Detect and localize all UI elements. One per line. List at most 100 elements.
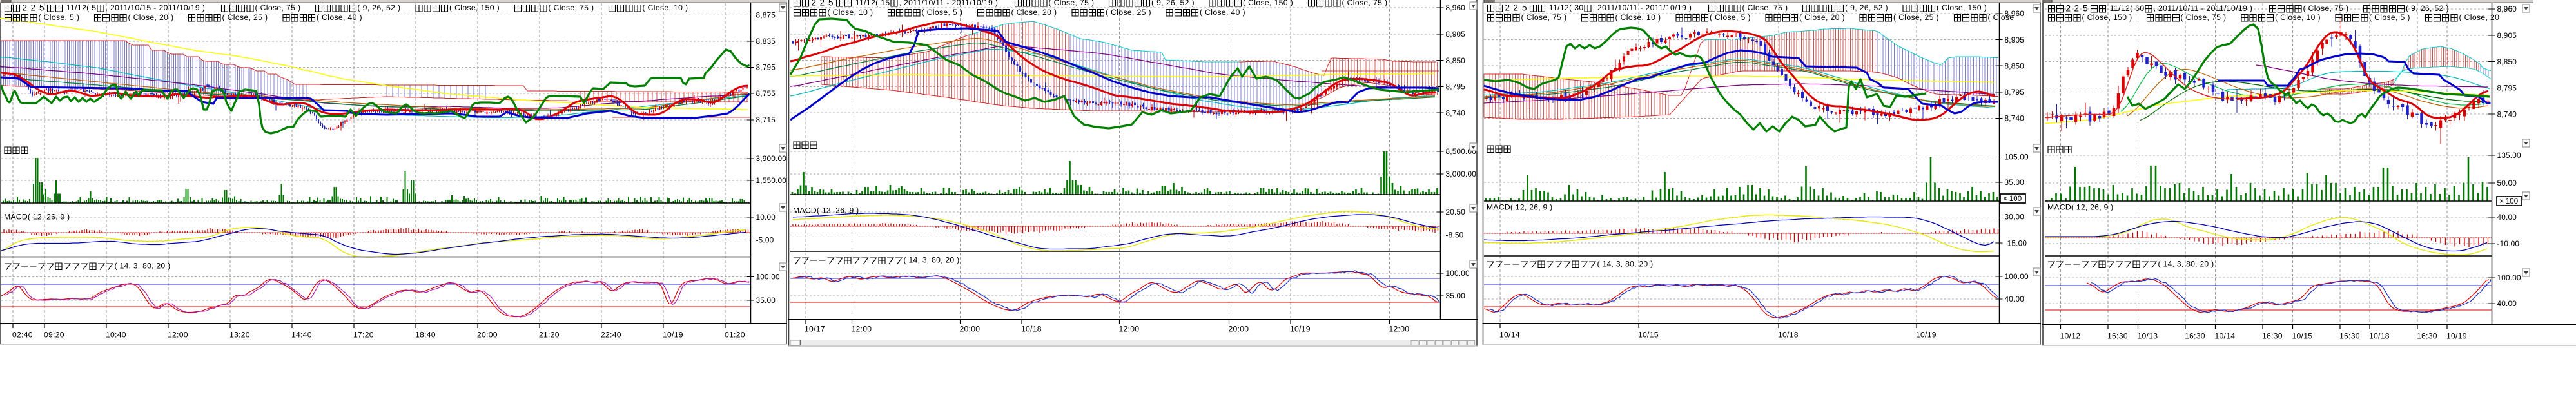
svg-text:( Close, 150 ): ( Close, 150 ) — [1243, 0, 1307, 7]
svg-text:( Close, 75 ): ( Close, 75 ) — [2303, 4, 2363, 13]
svg-text:( Close, 75 ): ( Close, 75 ) — [1521, 13, 1581, 22]
svg-text:8,905: 8,905 — [2005, 35, 2025, 44]
svg-text:8,740: 8,740 — [2005, 114, 2025, 123]
svg-text:( 9, 26, 52 ): ( 9, 26, 52 ) — [2406, 4, 2449, 13]
svg-text:5: 5 — [2083, 4, 2088, 14]
svg-text:× 100: × 100 — [2003, 195, 2022, 203]
svg-text:MACD( 12, 26, 9 ): MACD( 12, 26, 9 ) — [2047, 203, 2113, 212]
svg-text:100.00: 100.00 — [1446, 269, 1470, 278]
svg-text:( 14, 3, 80, 20 ): ( 14, 3, 80, 20 ) — [115, 262, 171, 271]
svg-text:, 2011/10/11 - 2011/10/19 ): , 2011/10/11 - 2011/10/19 ) — [899, 0, 1013, 7]
svg-text:100.00: 100.00 — [2497, 273, 2522, 282]
svg-text:8,795: 8,795 — [756, 63, 776, 72]
svg-text:5: 5 — [1522, 3, 1527, 13]
svg-text:09:20: 09:20 — [44, 331, 64, 340]
svg-text:2: 2 — [2074, 4, 2080, 14]
svg-text:( Close, 40 ): ( Close, 40 ) — [317, 13, 362, 22]
svg-text:16:30: 16:30 — [2107, 332, 2128, 341]
svg-text:8,795: 8,795 — [2005, 88, 2025, 97]
svg-text:10/19: 10/19 — [2446, 332, 2467, 341]
svg-text:( Close, 75 ): ( Close, 75 ) — [1049, 0, 1109, 7]
svg-text:10/14: 10/14 — [1499, 331, 1520, 340]
svg-text:35.00: 35.00 — [2005, 178, 2025, 187]
svg-text:16:30: 16:30 — [2185, 332, 2205, 341]
svg-text:16:30: 16:30 — [2262, 332, 2283, 341]
svg-text:( Close, 25 ): ( Close, 25 ) — [1893, 13, 1953, 22]
svg-text:( 9, 26, 52 ): ( 9, 26, 52 ) — [358, 3, 415, 12]
svg-text:01:20: 01:20 — [725, 331, 745, 340]
svg-text:10/18: 10/18 — [2369, 332, 2390, 341]
svg-text:100.00: 100.00 — [756, 273, 781, 282]
svg-text:( Close, 75 ): ( Close, 75 ) — [549, 3, 609, 12]
svg-text:( Close, 5 ): ( Close, 5 ) — [922, 8, 977, 17]
svg-text:17:20: 17:20 — [353, 331, 374, 340]
svg-text:( Close, 75 ): ( Close, 75 ) — [1342, 0, 1388, 7]
svg-text:× 100: × 100 — [2499, 198, 2518, 206]
svg-text:3,900.00: 3,900.00 — [756, 154, 787, 163]
svg-text:8,740: 8,740 — [2497, 110, 2517, 119]
svg-text:8,850: 8,850 — [1446, 56, 1466, 65]
svg-text:20:00: 20:00 — [477, 331, 498, 340]
svg-text:8,795: 8,795 — [1446, 82, 1466, 92]
svg-text:14:40: 14:40 — [291, 331, 312, 340]
svg-text:2: 2 — [23, 3, 28, 13]
svg-text:( Close, 25 ): ( Close, 25 ) — [222, 13, 282, 22]
svg-text:MACD( 12, 26, 9 ): MACD( 12, 26, 9 ) — [4, 213, 70, 222]
svg-text:8,740: 8,740 — [1446, 109, 1466, 118]
svg-text:( Close, 10 ): ( Close, 10 ) — [2275, 13, 2335, 22]
svg-text:-8.50: -8.50 — [1446, 231, 1464, 240]
svg-text:20:00: 20:00 — [1229, 325, 1249, 334]
svg-text:18:40: 18:40 — [415, 331, 436, 340]
svg-text:21:20: 21:20 — [539, 331, 560, 340]
svg-text:( Close, 10 ): ( Close, 10 ) — [643, 3, 688, 12]
svg-text:16:30: 16:30 — [2339, 332, 2360, 341]
svg-text:3,000.00: 3,000.00 — [1446, 169, 1477, 179]
svg-text:100.00: 100.00 — [2005, 272, 2029, 281]
svg-text:02:40: 02:40 — [12, 331, 33, 340]
svg-text:2: 2 — [31, 3, 36, 13]
svg-text:2: 2 — [1514, 3, 1519, 13]
svg-text:20:00: 20:00 — [960, 325, 981, 334]
svg-text:MACD( 12, 26, 9 ): MACD( 12, 26, 9 ) — [1487, 203, 1552, 212]
svg-text:16:30: 16:30 — [2417, 332, 2437, 341]
svg-text:20.50: 20.50 — [1446, 208, 1466, 217]
svg-text:( Close, 10 ): ( Close, 10 ) — [828, 8, 888, 17]
svg-text:10/15: 10/15 — [1638, 331, 1659, 340]
svg-text:10/12: 10/12 — [2060, 332, 2081, 341]
svg-text:12:00: 12:00 — [1389, 325, 1410, 334]
svg-text:11/12( 5: 11/12( 5 — [64, 3, 96, 12]
svg-text:8,795: 8,795 — [2497, 84, 2517, 93]
svg-text:( Close, 75 ): ( Close, 75 ) — [255, 3, 315, 12]
svg-text:( Close, 75 ): ( Close, 75 ) — [1742, 3, 1802, 12]
svg-text:8,850: 8,850 — [2005, 62, 2025, 71]
svg-text:8,755: 8,755 — [756, 89, 776, 98]
svg-text:( Close, 20 ): ( Close, 20 ) — [128, 13, 188, 22]
svg-text:( 14, 3, 80, 20 ): ( 14, 3, 80, 20 ) — [2158, 260, 2214, 269]
svg-text:40.00: 40.00 — [2005, 295, 2025, 304]
svg-text:( Close, 75 ): ( Close, 75 ) — [2181, 13, 2241, 22]
svg-text:( Close, 150 ): ( Close, 150 ) — [449, 3, 514, 12]
svg-text:1,550.00: 1,550.00 — [756, 176, 787, 185]
svg-text:12:00: 12:00 — [1119, 325, 1140, 334]
svg-text:8,715: 8,715 — [756, 115, 776, 124]
svg-text:( Close, 20: ( Close, 20 — [2459, 13, 2500, 22]
svg-text:( Close, 25 ): ( Close, 25 ) — [1106, 8, 1166, 17]
svg-text:( Close, 5 ): ( Close, 5 ) — [39, 13, 94, 22]
svg-text:8,960: 8,960 — [2497, 5, 2517, 14]
svg-text:10/19: 10/19 — [663, 331, 683, 340]
svg-text:-15.00: -15.00 — [2005, 239, 2027, 248]
svg-text:12:00: 12:00 — [852, 325, 872, 334]
svg-text:8,875: 8,875 — [756, 11, 776, 20]
svg-text:30.00: 30.00 — [2005, 213, 2025, 222]
svg-text:( Close, 5 ): ( Close, 5 ) — [1710, 13, 1765, 22]
svg-text:10/18: 10/18 — [1778, 331, 1799, 340]
svg-text:MACD( 12, 26, 9 ): MACD( 12, 26, 9 ) — [793, 206, 859, 215]
svg-text:8,850: 8,850 — [2497, 57, 2517, 66]
svg-text:8,960: 8,960 — [1446, 3, 1466, 12]
svg-text:8,835: 8,835 — [756, 37, 776, 46]
svg-text:( 14, 3, 80, 20 ): ( 14, 3, 80, 20 ) — [1597, 260, 1654, 269]
svg-text:10/18: 10/18 — [1021, 325, 1042, 334]
svg-text:2: 2 — [1505, 3, 1510, 13]
svg-text:5: 5 — [828, 0, 834, 8]
svg-text:10/17: 10/17 — [805, 325, 825, 334]
